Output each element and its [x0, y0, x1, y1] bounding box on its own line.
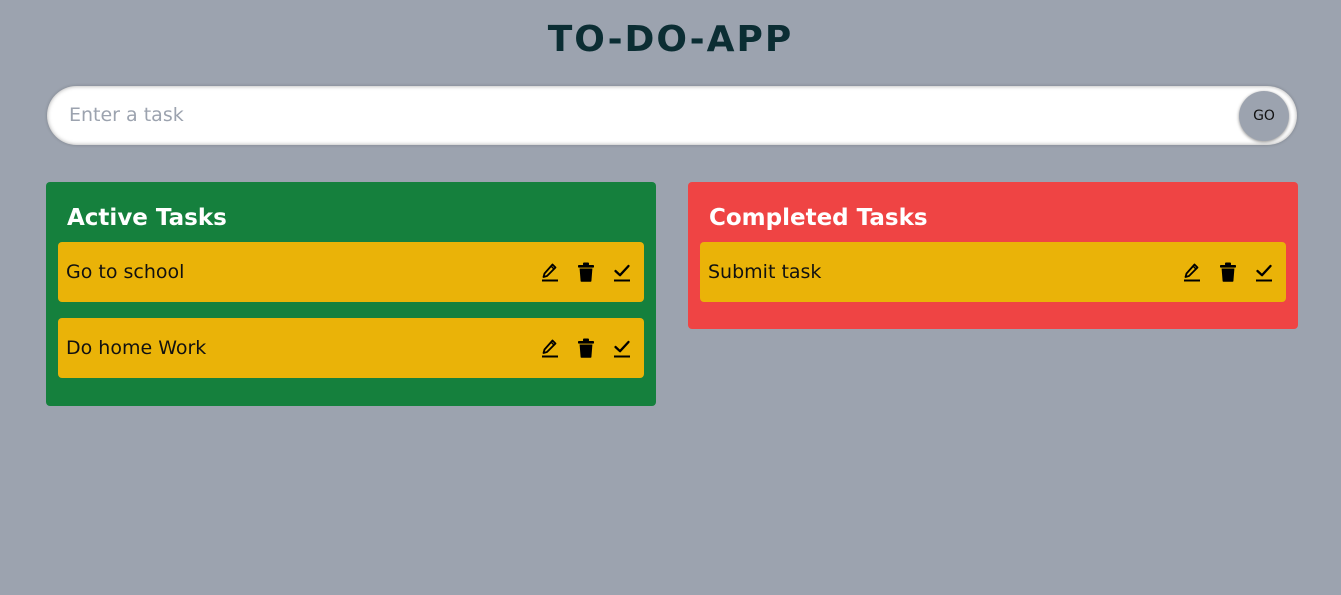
completed-tasks-panel: Completed Tasks Submit task — [688, 182, 1298, 329]
trash-icon — [1220, 262, 1236, 282]
pencil-icon — [1184, 263, 1200, 282]
edit-button[interactable] — [540, 337, 560, 359]
task-text: Go to school — [66, 261, 185, 283]
task-text: Submit task — [708, 261, 822, 283]
edit-button[interactable] — [540, 261, 560, 283]
active-tasks-panel: Active Tasks Go to school Do home Work — [46, 182, 656, 406]
edit-button[interactable] — [1182, 261, 1202, 283]
delete-button[interactable] — [576, 337, 596, 359]
task-item: Go to school — [58, 242, 644, 302]
task-item: Submit task — [700, 242, 1286, 302]
app-title: TO-DO-APP — [547, 19, 794, 60]
task-form: GO — [47, 86, 1297, 145]
task-actions — [1182, 261, 1274, 283]
delete-button[interactable] — [1218, 261, 1238, 283]
check-icon — [614, 264, 630, 282]
task-input[interactable] — [69, 96, 1219, 134]
pencil-icon — [542, 263, 558, 282]
trash-icon — [578, 262, 594, 282]
task-item: Do home Work — [58, 318, 644, 378]
pencil-icon — [542, 339, 558, 358]
check-icon — [614, 340, 630, 358]
complete-button[interactable] — [612, 261, 632, 283]
completed-tasks-title: Completed Tasks — [709, 205, 928, 231]
check-icon — [1256, 264, 1272, 282]
task-actions — [540, 261, 632, 283]
go-button[interactable]: GO — [1239, 91, 1289, 141]
task-actions — [540, 337, 632, 359]
trash-icon — [578, 338, 594, 358]
complete-button[interactable] — [1254, 261, 1274, 283]
complete-button[interactable] — [612, 337, 632, 359]
delete-button[interactable] — [576, 261, 596, 283]
active-tasks-title: Active Tasks — [67, 205, 227, 231]
task-text: Do home Work — [66, 337, 207, 359]
